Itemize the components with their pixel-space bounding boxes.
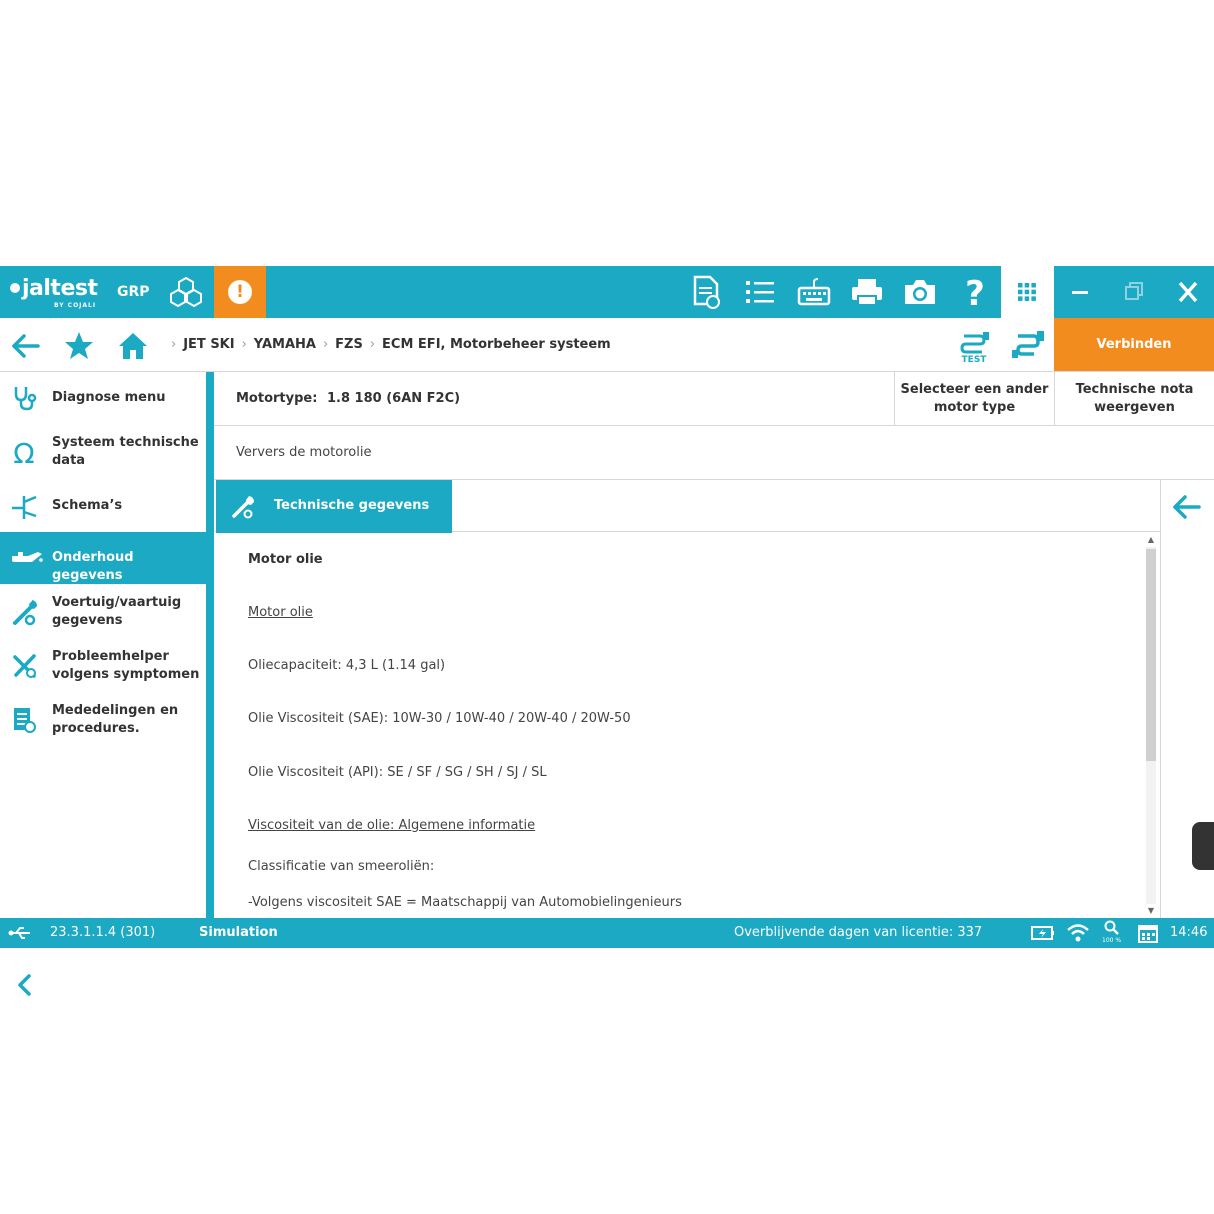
list-icon[interactable] [742,274,778,310]
restore-icon[interactable] [1114,274,1154,310]
svg-text:TEST: TEST [962,355,988,364]
sidebar: Diagnose menu Ω Systeem technische data … [0,372,206,996]
version-text: 23.3.1.1.4 (301) [50,925,156,940]
oil-viscosity-api: Olie Viscositeit (API): SE / SF / SG / S… [248,765,547,780]
alert-button[interactable]: ! [214,266,266,318]
grp-label: GRP [117,284,150,300]
close-icon[interactable] [1168,274,1208,310]
home-icon[interactable] [117,330,149,362]
sidebar-item-notices-procedures[interactable]: Mededelingen en procedures. [0,694,206,746]
top-toolbar: jaltest BY COJALI GRP ! ? [0,266,1214,318]
clock-text: 14:46 [1170,925,1208,940]
collapse-sidebar-icon[interactable] [14,972,36,998]
battery-icon [1031,926,1054,940]
sidebar-item-label: Schema’s [52,498,123,513]
breadcrumb-ecm[interactable]: ECM EFI, Motorbeheer systeem [382,337,611,352]
printer-icon[interactable] [849,274,885,310]
sidebar-item-label: Systeem technische data [52,435,199,468]
jaltest-app-window: jaltest BY COJALI GRP ! ? › JET SKI › YA… [0,266,1214,996]
stethoscope-icon [14,387,37,411]
zoom-level: 100 % [1102,937,1122,944]
jaltest-logo: jaltest BY COJALI [10,276,98,309]
sidebar-item-maintenance-data[interactable]: Onderhoud gegevens [0,532,206,584]
magnifier-icon [1104,920,1119,935]
procedure-title: Ververs de motorolie [236,445,372,460]
oil-capacity: Oliecapaciteit: 4,3 L (1.14 gal) [248,658,446,673]
back-arrow-icon[interactable] [10,330,42,362]
report-icon[interactable] [688,274,724,310]
scrollbar[interactable]: ▲ ▼ [1144,533,1158,918]
svg-text:?: ? [965,274,985,310]
zoom-indicator[interactable]: 100 % [1100,920,1126,946]
omega-icon: Ω [13,438,34,466]
select-motor-type-button[interactable]: Selecteer een ander motor type [894,372,1054,426]
procedure-title-row: Ververs de motorolie [214,426,1214,480]
cubes-icon[interactable] [168,276,204,308]
motor-oil-link[interactable]: Motor olie [248,605,313,620]
sidebar-item-diagnose-menu[interactable]: Diagnose menu [0,372,206,424]
usb-icon [8,927,30,939]
motor-type-label: Motortype: [236,391,318,406]
tab-row: Technische gegevens [214,480,1160,533]
help-icon[interactable]: ? [957,274,993,310]
scroll-down-icon[interactable]: ▼ [1146,906,1156,916]
tab-technical-data[interactable]: Technische gegevens [216,480,452,533]
tools-icon [13,654,36,678]
sidebar-item-label: Voertuig/vaartuig gegevens [52,595,182,628]
connect-button[interactable]: Verbinden [1054,318,1214,371]
technical-data-list: Motor olie Motor olie Oliecapaciteit: 4,… [214,533,1160,918]
sidebar-item-label: Onderhoud gegevens [52,550,134,583]
motor-type-row: Motortype: 1.8 180 (6AN F2C) Selecteer e… [214,372,1214,426]
side-drawer-handle[interactable] [1192,822,1214,870]
keyboard-icon[interactable] [796,274,832,310]
sidebar-divider [206,372,214,918]
alert-icon: ! [228,280,252,304]
section-heading: Motor olie [248,552,323,567]
wifi-icon [1067,924,1089,942]
sidebar-item-problem-helper[interactable]: Probleemhelper volgens symptomen [0,640,206,692]
status-bar: 23.3.1.1.4 (301) Simulation Overblijvend… [0,918,1214,948]
camera-icon[interactable] [902,274,938,310]
oil-can-icon [12,552,43,562]
calendar-icon [1138,925,1158,943]
back-arrow-icon[interactable] [1171,492,1203,522]
classification-text: Classificatie van smeeroliën: [248,859,435,874]
sidebar-item-label: Diagnose menu [52,390,166,405]
sidebar-item-schemas[interactable]: Schema’s [0,480,206,532]
apps-tab[interactable] [1001,266,1054,318]
connection-icon[interactable] [1010,328,1046,364]
tab-label: Technische gegevens [274,498,430,513]
main-content: Motortype: 1.8 180 (6AN F2C) Selecteer e… [214,372,1214,918]
breadcrumb-fzs[interactable]: FZS [335,337,363,352]
license-text: Overblijvende dagen van licentie: 337 [734,925,983,940]
documents-icon [14,708,36,733]
sidebar-item-vehicle-data[interactable]: Voertuig/vaartuig gegevens [0,586,206,638]
sidebar-item-label: Mededelingen en procedures. [52,703,179,736]
breadcrumb: › JET SKI › YAMAHA › FZS › ECM EFI, Moto… [171,337,611,352]
scroll-up-icon[interactable]: ▲ [1146,535,1156,545]
viscosity-info-link[interactable]: Viscositeit van de olie: Algemene inform… [248,818,535,833]
show-technical-note-button[interactable]: Technische nota weergeven [1054,372,1214,426]
minimize-icon[interactable] [1060,274,1100,310]
wrench-icon [232,496,254,519]
breadcrumb-yamaha[interactable]: YAMAHA [254,337,316,352]
classification-sae-text: -Volgens viscositeit SAE = Maatschappij … [248,895,682,910]
sidebar-item-label: Probleemhelper volgens symptomen [52,649,200,682]
wrench-gear-icon [13,600,37,626]
apps-grid-icon [1018,283,1036,301]
connection-test-icon[interactable]: TEST [956,328,992,364]
motor-type-value: 1.8 180 (6AN F2C) [327,391,461,406]
favorite-star-icon[interactable] [63,330,95,362]
navigation-bar: › JET SKI › YAMAHA › FZS › ECM EFI, Moto… [0,318,1214,372]
oil-viscosity-sae: Olie Viscositeit (SAE): 10W-30 / 10W-40 … [248,711,631,726]
scrollbar-thumb[interactable] [1146,549,1156,761]
mode-text: Simulation [199,925,278,940]
sidebar-item-system-technical-data[interactable]: Ω Systeem technische data [0,426,206,478]
breadcrumb-jet-ski[interactable]: JET SKI [183,337,234,352]
schematic-icon [12,495,37,519]
svg-text:Ω: Ω [13,438,34,466]
window-controls [1056,266,1214,318]
